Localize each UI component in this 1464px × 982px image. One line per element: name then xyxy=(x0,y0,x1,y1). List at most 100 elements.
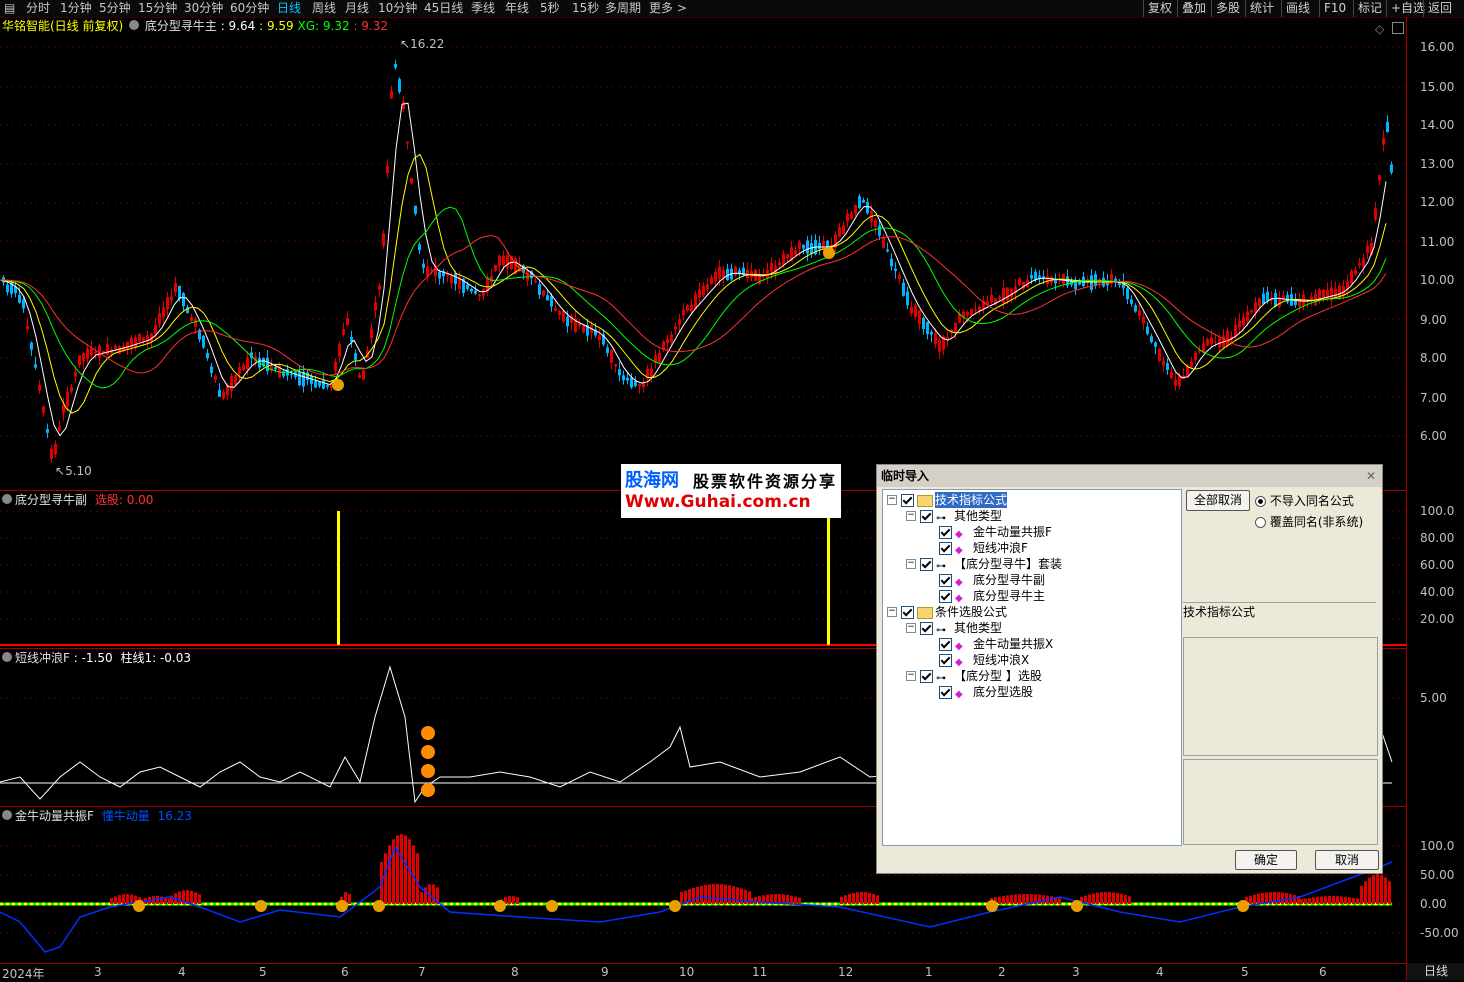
collapse-toggle-icon[interactable]: − xyxy=(906,511,916,521)
tree-checkbox[interactable] xyxy=(920,622,933,635)
period-tab-1[interactable]: 1分钟 xyxy=(60,1,92,16)
collapse-toggle-icon[interactable]: − xyxy=(887,607,897,617)
collapse-toggle-icon[interactable]: − xyxy=(887,495,897,505)
momentum-bar xyxy=(708,884,711,904)
period-tab-8[interactable]: 月线 xyxy=(345,1,369,16)
candle-body xyxy=(1274,292,1277,307)
close-icon[interactable]: ✕ xyxy=(1366,465,1376,487)
period-tab-7[interactable]: 周线 xyxy=(312,1,336,16)
candle-body xyxy=(402,101,405,109)
collapse-toggle-icon[interactable]: − xyxy=(906,623,916,633)
cancel-button[interactable]: 取消 xyxy=(1315,850,1379,870)
tree-checkbox[interactable] xyxy=(939,638,952,651)
momentum-bar xyxy=(1249,895,1252,904)
collapse-icon[interactable] xyxy=(2,494,12,504)
candle-body xyxy=(38,385,41,391)
dialog-titlebar[interactable]: 临时导入 ✕ xyxy=(877,465,1382,487)
tree-label: 短线冲浪F xyxy=(973,541,1028,555)
candle-body xyxy=(1254,302,1257,312)
toolbar-button-0[interactable]: 复权 xyxy=(1143,0,1176,17)
tree-label: 底分型选股 xyxy=(973,685,1034,699)
period-tab-6[interactable]: 日线 xyxy=(277,1,301,16)
panel2-tick: 80.00 xyxy=(1420,531,1455,545)
tree-checkbox[interactable] xyxy=(939,542,952,555)
radio-skip-duplicates[interactable]: 不导入同名公式 xyxy=(1255,492,1354,509)
tree-label: 其他类型 xyxy=(954,621,1003,635)
toolbar-button-8[interactable]: 返回 xyxy=(1423,0,1456,17)
period-tab-11[interactable]: 季线 xyxy=(471,1,495,16)
radio-overwrite[interactable]: 覆盖同名(非系统) xyxy=(1255,513,1363,530)
candle-body xyxy=(974,309,977,311)
panel4-tick: 100.0 xyxy=(1420,839,1455,853)
toolbar-button-3[interactable]: 统计 xyxy=(1245,0,1278,17)
tree-checkbox[interactable] xyxy=(901,494,914,507)
tree-checkbox[interactable] xyxy=(939,654,952,667)
candle-body xyxy=(970,308,973,316)
tree-checkbox[interactable] xyxy=(920,510,933,523)
tree-checkbox[interactable] xyxy=(920,558,933,571)
menu-icon[interactable]: ▤ xyxy=(4,1,15,16)
candle-body xyxy=(1134,305,1137,312)
ok-button[interactable]: 确定 xyxy=(1235,850,1297,870)
period-tab-5[interactable]: 60分钟 xyxy=(230,1,269,16)
period-tab-4[interactable]: 30分钟 xyxy=(184,1,223,16)
period-tab-13[interactable]: 5秒 xyxy=(540,1,560,16)
collapse-toggle-icon[interactable]: − xyxy=(906,671,916,681)
candle-body xyxy=(1286,294,1289,303)
period-tab-10[interactable]: 45日线 xyxy=(424,1,463,16)
momentum-bar xyxy=(1108,892,1111,904)
indicator-v3: : 9.32 xyxy=(353,19,389,33)
x-tick: 3 xyxy=(94,965,102,979)
panel3-title: 短线冲浪F : -1.50 柱线1: -0.03 xyxy=(2,650,191,666)
cancel-all-button[interactable]: 全部取消 xyxy=(1186,490,1250,511)
period-tab-14[interactable]: 15秒 xyxy=(572,1,599,16)
toolbar-button-5[interactable]: F10 xyxy=(1319,0,1350,17)
panel2-title: 底分型寻牛副 选股: 0.00 xyxy=(2,492,153,508)
tree-checkbox[interactable] xyxy=(901,606,914,619)
radio2-label: 覆盖同名(非系统) xyxy=(1269,515,1364,529)
tree-label: 短线冲浪X xyxy=(973,653,1030,667)
candle-body xyxy=(998,296,1001,300)
period-tab-0[interactable]: 分时 xyxy=(26,1,50,16)
collapse-icon[interactable] xyxy=(2,652,12,662)
candle-body xyxy=(698,289,701,298)
tree-checkbox[interactable] xyxy=(939,590,952,603)
period-tab-2[interactable]: 5分钟 xyxy=(99,1,131,16)
collapse-icon[interactable] xyxy=(2,810,12,820)
tree-checkbox[interactable] xyxy=(939,526,952,539)
candle-body xyxy=(354,353,357,360)
diamond-icon[interactable]: ◇ xyxy=(1375,22,1384,36)
signal-coin-icon xyxy=(546,900,558,912)
collapse-toggle-icon[interactable]: − xyxy=(906,559,916,569)
period-tab-15[interactable]: 多周期 xyxy=(605,1,641,16)
collapse-icon[interactable] xyxy=(129,20,140,30)
toolbar-button-6[interactable]: 标记 xyxy=(1353,0,1386,17)
period-tab-16[interactable]: 更多 > xyxy=(649,1,687,16)
candle-body xyxy=(546,295,549,301)
signal-coin-icon xyxy=(336,900,348,912)
tree-checkbox[interactable] xyxy=(920,670,933,683)
momentum-bar xyxy=(700,885,703,904)
toolbar-button-2[interactable]: 多股 xyxy=(1211,0,1244,17)
period-tab-12[interactable]: 年线 xyxy=(505,1,529,16)
maximize-icon[interactable] xyxy=(1392,22,1404,34)
toolbar-button-1[interactable]: 叠加 xyxy=(1177,0,1210,17)
candle-body xyxy=(846,213,849,222)
info-label: 技术指标公式 xyxy=(1183,605,1256,619)
candle-body xyxy=(670,334,673,343)
formula-tree[interactable]: − 技术指标公式 − ⊶ 其他类型 ◆ 金牛动量共振F ◆ 短线冲浪F − ⊶ 【底分型寻牛】套装 ◆ 底… xyxy=(882,489,1182,846)
x-tick: 7 xyxy=(418,965,426,979)
period-tag[interactable]: 日线 xyxy=(1406,963,1464,980)
price-tick: 7.00 xyxy=(1420,391,1447,405)
tree-checkbox[interactable] xyxy=(939,574,952,587)
toolbar-button-4[interactable]: 画线 xyxy=(1281,0,1314,17)
tree-label: 底分型寻牛副 xyxy=(973,573,1046,587)
momentum-bar xyxy=(798,897,801,904)
indicator-v2: : 9.59 xyxy=(259,19,294,33)
period-tab-3[interactable]: 15分钟 xyxy=(138,1,177,16)
period-tab-9[interactable]: 10分钟 xyxy=(378,1,417,16)
x-tick: 11 xyxy=(752,965,768,979)
candle-body xyxy=(782,253,785,265)
tree-checkbox[interactable] xyxy=(939,686,952,699)
momentum-bar xyxy=(1100,892,1103,904)
